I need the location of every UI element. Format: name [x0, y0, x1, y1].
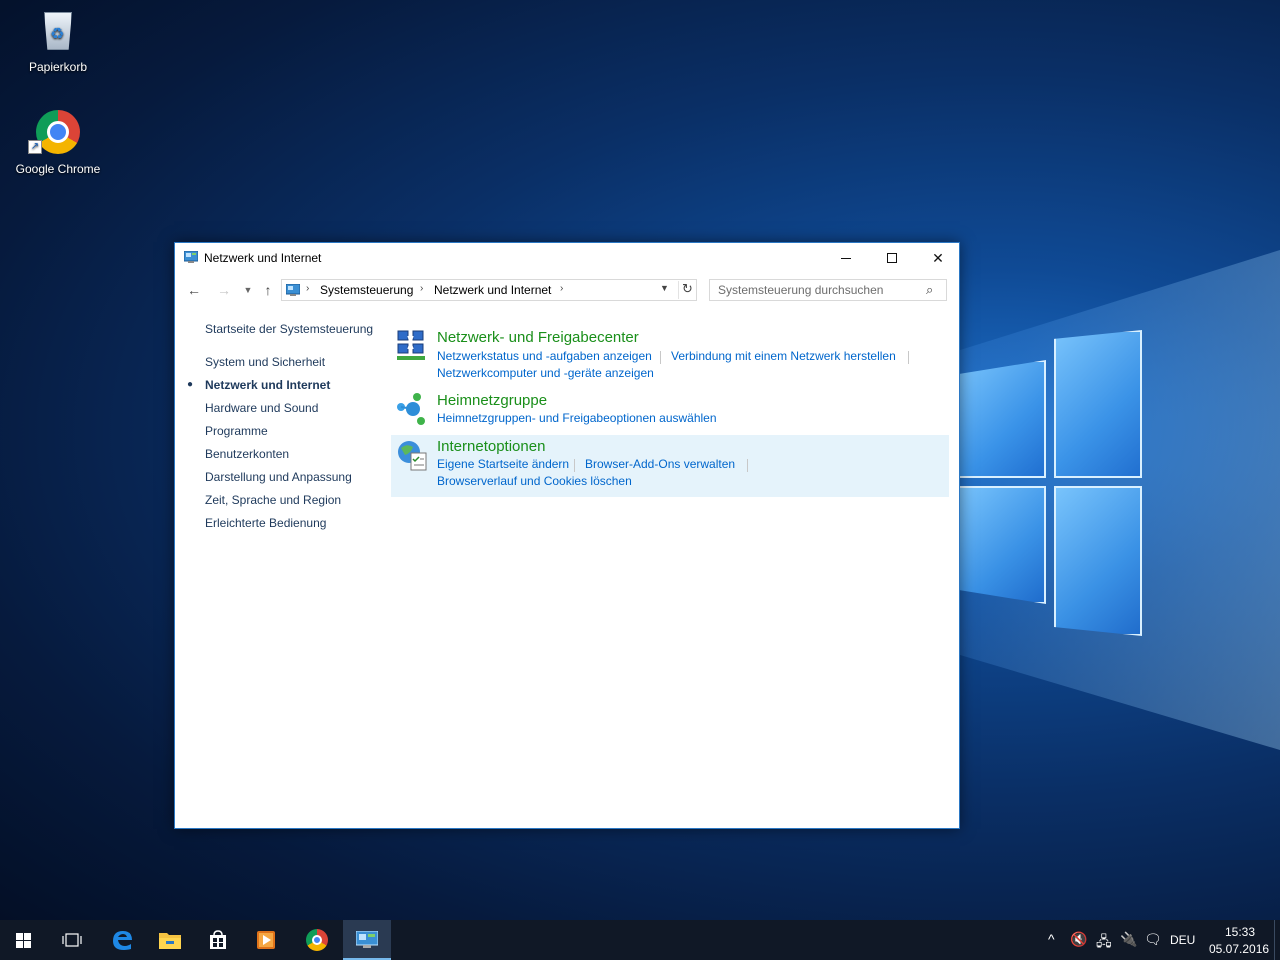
sidebar-item-startseite[interactable]: Startseite der Systemsteuerung [205, 322, 373, 336]
arrow-left-icon: ← [187, 282, 201, 298]
taskbar: ^ 🔇 🖧 🔌 🗨 DEU 15:33 05.07.2016 [0, 920, 1280, 960]
file-explorer-icon [159, 933, 181, 949]
task-link-heimnetzgruppen-optionen[interactable]: Heimnetzgruppen- und Freigabeoptionen au… [437, 411, 717, 425]
clock-time: 15:33 [1225, 925, 1256, 939]
category-title-link[interactable]: Netzwerk- und Freigabecenter [437, 329, 639, 346]
power-icon[interactable]: 🔌 [1120, 931, 1137, 948]
chevron-up-icon[interactable]: ^ [1048, 931, 1055, 947]
desktop-icon-label: Papierkorb [28, 60, 88, 74]
category-internetoptionen: Internetoptionen Eigene Startseite änder… [391, 435, 949, 497]
windows-logo-wallpaper [958, 330, 1142, 640]
close-icon: ✕ [932, 250, 944, 266]
language-indicator[interactable]: DEU [1170, 933, 1195, 947]
close-button[interactable]: ✕ [915, 243, 961, 273]
task-separator [660, 351, 661, 364]
chevron-down-icon: ▼ [243, 285, 253, 295]
task-view-icon [62, 933, 82, 947]
minimize-button[interactable] [823, 243, 869, 273]
breadcrumb-netzwerk-und-internet[interactable]: Netzwerk und Internet [434, 283, 551, 297]
back-button[interactable]: ← [185, 281, 203, 299]
clock-date: 05.07.2016 [1209, 942, 1270, 956]
category-netzwerk-und-freigabecenter: Netzwerk- und Freigabecenter Netzwerksta… [391, 325, 949, 385]
category-heimnetzgruppe: Heimnetzgruppe Heimnetzgruppen- und Frei… [391, 389, 949, 431]
clock[interactable]: 15:33 05.07.2016 [1208, 922, 1270, 958]
task-separator [574, 459, 575, 472]
category-title-link[interactable]: Heimnetzgruppe [437, 392, 547, 409]
taskbar-control-panel[interactable] [343, 920, 391, 960]
store-icon [210, 930, 226, 949]
edge-icon [113, 931, 132, 950]
action-center-icon[interactable]: 🗨 [1144, 931, 1162, 948]
refresh-button[interactable]: ↻ [678, 281, 696, 299]
sidebar-item-erleichterte-bedienung[interactable]: Erleichterte Bedienung [205, 516, 326, 530]
breadcrumb-systemsteuerung[interactable]: Systemsteuerung [320, 283, 413, 297]
title-bar[interactable]: Netzwerk und Internet ✕ [175, 243, 959, 273]
shortcut-arrow-icon: ↗ [28, 140, 42, 154]
task-separator [747, 459, 748, 472]
search-box[interactable]: ⌕ [709, 279, 947, 301]
task-link-verbindung-herstellen[interactable]: Verbindung mit einem Netzwerk herstellen [671, 349, 896, 363]
chevron-right-icon: › [306, 283, 310, 294]
taskbar-file-explorer[interactable] [146, 920, 194, 960]
search-input[interactable] [710, 280, 920, 300]
control-panel-window: Netzwerk und Internet ✕ ← → ▼ ↑ › System… [174, 242, 960, 829]
chevron-right-icon[interactable]: › [420, 283, 423, 294]
network-icon[interactable]: 🖧 [1096, 931, 1112, 955]
taskbar-store[interactable] [194, 920, 242, 960]
sidebar-item-benutzerkonten[interactable]: Benutzerkonten [205, 447, 289, 461]
chrome-icon [306, 929, 328, 951]
taskbar-media-player[interactable] [242, 920, 290, 960]
volume-muted-icon[interactable]: 🔇 [1070, 931, 1087, 948]
chrome-icon: ↗ [28, 110, 82, 158]
task-separator [908, 351, 909, 364]
taskbar-chrome[interactable] [293, 920, 341, 960]
chevron-down-icon: ▼ [660, 283, 669, 293]
network-center-icon [397, 330, 425, 360]
control-panel-icon [286, 284, 300, 296]
sidebar-item-netzwerk-und-internet[interactable]: Netzwerk und Internet [205, 378, 330, 392]
control-panel-icon [184, 251, 198, 263]
task-link-startseite-aendern[interactable]: Eigene Startseite ändern [437, 457, 569, 471]
task-link-add-ons-verwalten[interactable]: Browser-Add-Ons verwalten [585, 457, 735, 471]
recycle-bin-icon: ♻ [34, 8, 82, 56]
sidebar-item-hardware-und-sound[interactable]: Hardware und Sound [205, 401, 318, 415]
navigation-bar: ← → ▼ ↑ › Systemsteuerung › Netzwerk und… [175, 278, 959, 302]
active-bullet-icon: ● [187, 379, 194, 390]
show-desktop-button[interactable] [1274, 920, 1280, 960]
category-title-link[interactable]: Internetoptionen [437, 438, 545, 455]
sidebar-item-programme[interactable]: Programme [205, 424, 268, 438]
task-link-browserverlauf-loeschen[interactable]: Browserverlauf und Cookies löschen [437, 474, 632, 488]
arrow-right-icon: → [217, 282, 231, 298]
desktop-icon-label: Google Chrome [15, 162, 101, 176]
start-button[interactable] [0, 920, 48, 960]
task-link-netzwerkcomputer[interactable]: Netzwerkcomputer und -geräte anzeigen [437, 366, 654, 380]
minimize-icon [841, 258, 851, 259]
maximize-icon [887, 253, 897, 263]
sidebar-item-zeit-sprache-region[interactable]: Zeit, Sprache und Region [205, 493, 341, 507]
window-title: Netzwerk und Internet [204, 251, 322, 265]
search-icon[interactable]: ⌕ [926, 282, 933, 298]
task-link-netzwerkstatus[interactable]: Netzwerkstatus und -aufgaben anzeigen [437, 349, 652, 363]
maximize-button[interactable] [869, 243, 915, 273]
internet-options-icon [398, 441, 427, 471]
media-player-icon [257, 931, 275, 949]
homegroup-icon [397, 393, 425, 425]
sidebar-item-system-und-sicherheit[interactable]: System und Sicherheit [205, 355, 325, 369]
address-dropdown-button[interactable]: ▼ [660, 283, 669, 293]
desktop-icon-google-chrome[interactable]: ↗ Google Chrome [10, 110, 106, 176]
address-bar[interactable]: › Systemsteuerung › Netzwerk und Interne… [281, 279, 697, 301]
up-button[interactable]: ↑ [259, 281, 277, 299]
refresh-icon: ↻ [682, 281, 693, 296]
control-panel-icon [356, 931, 378, 948]
taskbar-edge[interactable] [98, 920, 146, 960]
sidebar-item-darstellung[interactable]: Darstellung und Anpassung [205, 470, 352, 484]
arrow-up-icon: ↑ [264, 282, 272, 298]
chevron-right-icon[interactable]: › [560, 283, 563, 294]
forward-button[interactable]: → [215, 281, 233, 299]
recent-locations-button[interactable]: ▼ [239, 281, 257, 299]
start-icon [16, 933, 32, 948]
desktop-icon-recycle-bin[interactable]: ♻ Papierkorb [10, 8, 106, 74]
task-view-button[interactable] [48, 920, 96, 960]
